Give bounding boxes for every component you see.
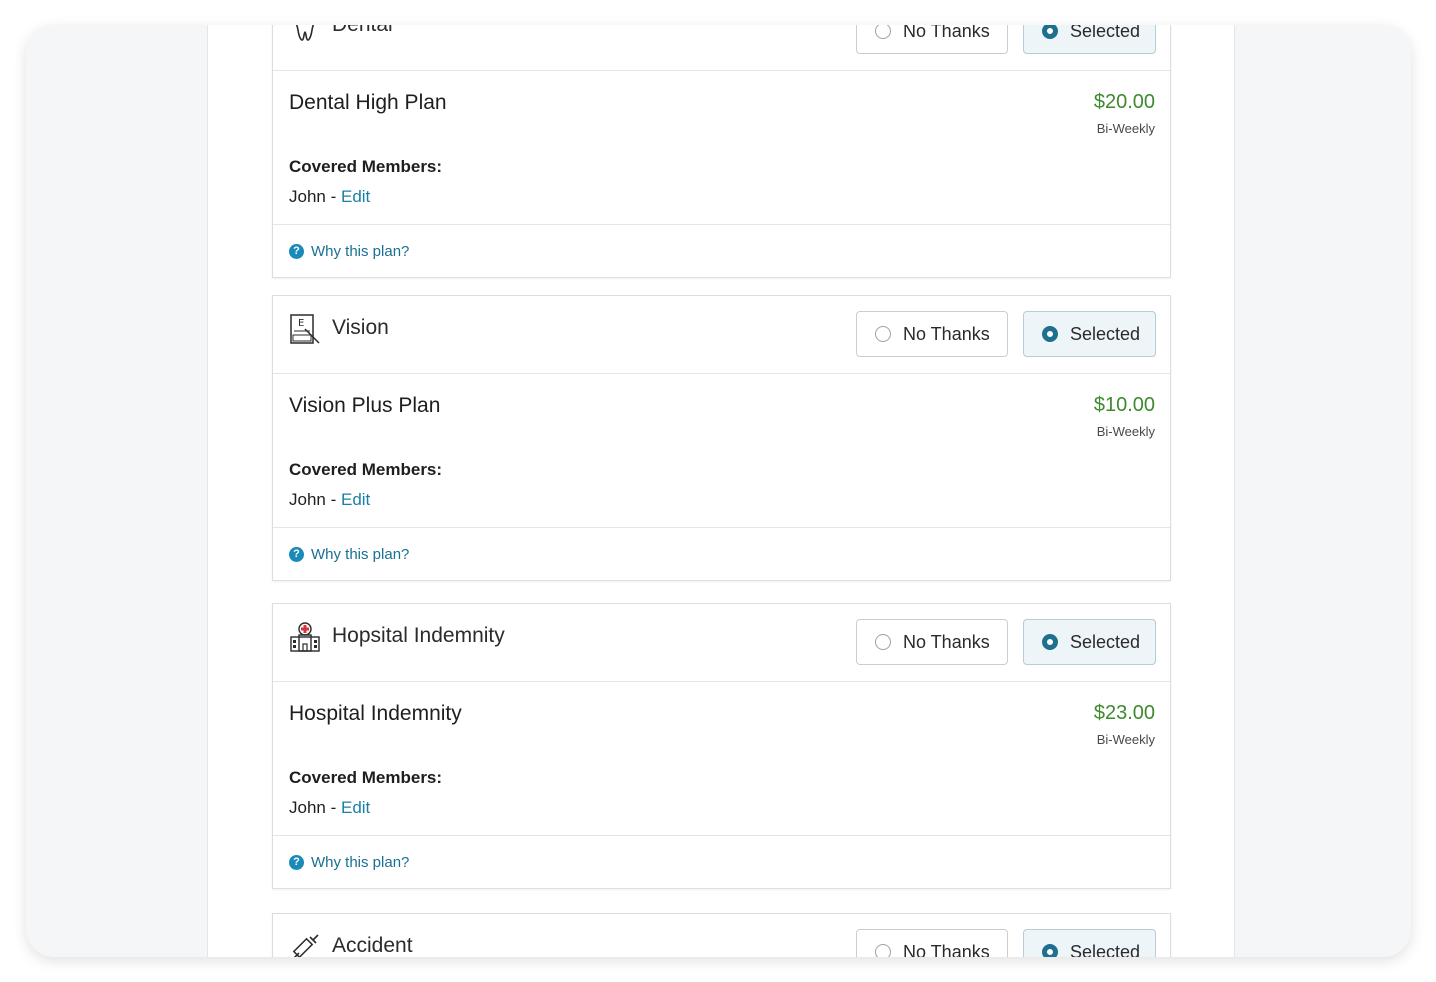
why-this-plan-label: Why this plan? bbox=[311, 853, 410, 871]
plan-name: Vision Plus Plan bbox=[289, 394, 441, 417]
benefit-card-vision: E Vision No Thanks Selected Vision Plus … bbox=[272, 295, 1171, 581]
selected-label: Selected bbox=[1070, 25, 1141, 41]
member-name: John - bbox=[289, 490, 341, 509]
benefits-page: Dental No Thanks Selected Dental High Pl… bbox=[207, 25, 1235, 957]
covered-members: John - Edit bbox=[289, 187, 370, 207]
no-thanks-label: No Thanks bbox=[903, 323, 990, 344]
plan-price: $20.00 bbox=[1093, 91, 1155, 113]
plan-details: Hospital Indemnity $23.00 Bi-Weekly Cove… bbox=[273, 682, 1170, 836]
why-this-plan-label: Why this plan? bbox=[311, 545, 410, 563]
member-name: John - bbox=[289, 187, 341, 206]
hospital-icon bbox=[290, 622, 320, 652]
plan-price: $23.00 bbox=[1093, 702, 1155, 724]
why-this-plan-link[interactable]: ? Why this plan? bbox=[273, 836, 1170, 888]
price-period: Bi-Weekly bbox=[1096, 732, 1155, 747]
no-thanks-option[interactable]: No Thanks bbox=[856, 311, 1008, 357]
covered-members-label: Covered Members: bbox=[289, 460, 443, 479]
radio-unselected-icon bbox=[875, 634, 891, 650]
selected-label: Selected bbox=[1070, 631, 1141, 652]
help-icon: ? bbox=[289, 243, 304, 259]
selected-option[interactable]: Selected bbox=[1023, 25, 1156, 54]
no-thanks-option[interactable]: No Thanks bbox=[856, 619, 1008, 665]
plan-details: Dental High Plan $20.00 Bi-Weekly Covere… bbox=[273, 71, 1170, 225]
price-period: Bi-Weekly bbox=[1096, 121, 1155, 136]
selected-option[interactable]: Selected bbox=[1023, 929, 1156, 957]
card-header: E Vision No Thanks Selected bbox=[273, 296, 1170, 374]
covered-members-label: Covered Members: bbox=[289, 157, 443, 176]
no-thanks-option[interactable]: No Thanks bbox=[856, 25, 1008, 54]
selected-label: Selected bbox=[1070, 323, 1141, 344]
category-title: Dental bbox=[332, 25, 393, 37]
selected-option[interactable]: Selected bbox=[1023, 311, 1156, 357]
plan-name: Hospital Indemnity bbox=[289, 702, 462, 725]
svg-text:E: E bbox=[298, 318, 304, 329]
help-icon: ? bbox=[289, 854, 304, 870]
benefit-card-hospital-indemnity: Hopsital Indemnity No Thanks Selected Ho… bbox=[272, 603, 1171, 889]
eye-chart-icon: E bbox=[290, 314, 320, 344]
radio-selected-icon bbox=[1042, 326, 1058, 342]
help-icon: ? bbox=[289, 546, 304, 562]
radio-unselected-icon bbox=[875, 944, 891, 957]
category-title: Hopsital Indemnity bbox=[332, 624, 505, 647]
edit-members-link[interactable]: Edit bbox=[341, 187, 370, 206]
no-thanks-label: No Thanks bbox=[903, 25, 990, 41]
benefit-card-accident: Accident No Thanks Selected bbox=[272, 913, 1171, 957]
syringe-icon bbox=[292, 934, 319, 957]
no-thanks-label: No Thanks bbox=[903, 631, 990, 652]
plan-details: Vision Plus Plan $10.00 Bi-Weekly Covere… bbox=[273, 374, 1170, 528]
benefit-card-dental: Dental No Thanks Selected Dental High Pl… bbox=[272, 25, 1171, 278]
tooth-icon bbox=[295, 25, 315, 41]
radio-selected-icon bbox=[1042, 944, 1058, 957]
covered-members: John - Edit bbox=[289, 490, 370, 510]
no-thanks-option[interactable]: No Thanks bbox=[856, 929, 1008, 957]
price-period: Bi-Weekly bbox=[1096, 424, 1155, 439]
edit-members-link[interactable]: Edit bbox=[341, 798, 370, 817]
selected-label: Selected bbox=[1070, 941, 1141, 958]
radio-selected-icon bbox=[1042, 634, 1058, 650]
member-name: John - bbox=[289, 798, 341, 817]
category-title: Vision bbox=[332, 316, 389, 339]
edit-members-link[interactable]: Edit bbox=[341, 490, 370, 509]
plan-name: Dental High Plan bbox=[289, 91, 447, 114]
no-thanks-label: No Thanks bbox=[903, 941, 990, 958]
category-title: Accident bbox=[332, 934, 413, 957]
why-this-plan-label: Why this plan? bbox=[311, 242, 410, 260]
plan-price: $10.00 bbox=[1093, 394, 1155, 416]
card-header: Accident No Thanks Selected bbox=[273, 914, 1170, 957]
radio-unselected-icon bbox=[875, 25, 891, 39]
screenshot-frame: Dental No Thanks Selected Dental High Pl… bbox=[26, 25, 1411, 957]
radio-unselected-icon bbox=[875, 326, 891, 342]
covered-members-label: Covered Members: bbox=[289, 768, 443, 787]
covered-members: John - Edit bbox=[289, 798, 370, 818]
why-this-plan-link[interactable]: ? Why this plan? bbox=[273, 528, 1170, 580]
card-header: Dental No Thanks Selected bbox=[273, 25, 1170, 71]
selected-option[interactable]: Selected bbox=[1023, 619, 1156, 665]
radio-selected-icon bbox=[1042, 25, 1058, 39]
card-header: Hopsital Indemnity No Thanks Selected bbox=[273, 604, 1170, 682]
why-this-plan-link[interactable]: ? Why this plan? bbox=[273, 225, 1170, 277]
